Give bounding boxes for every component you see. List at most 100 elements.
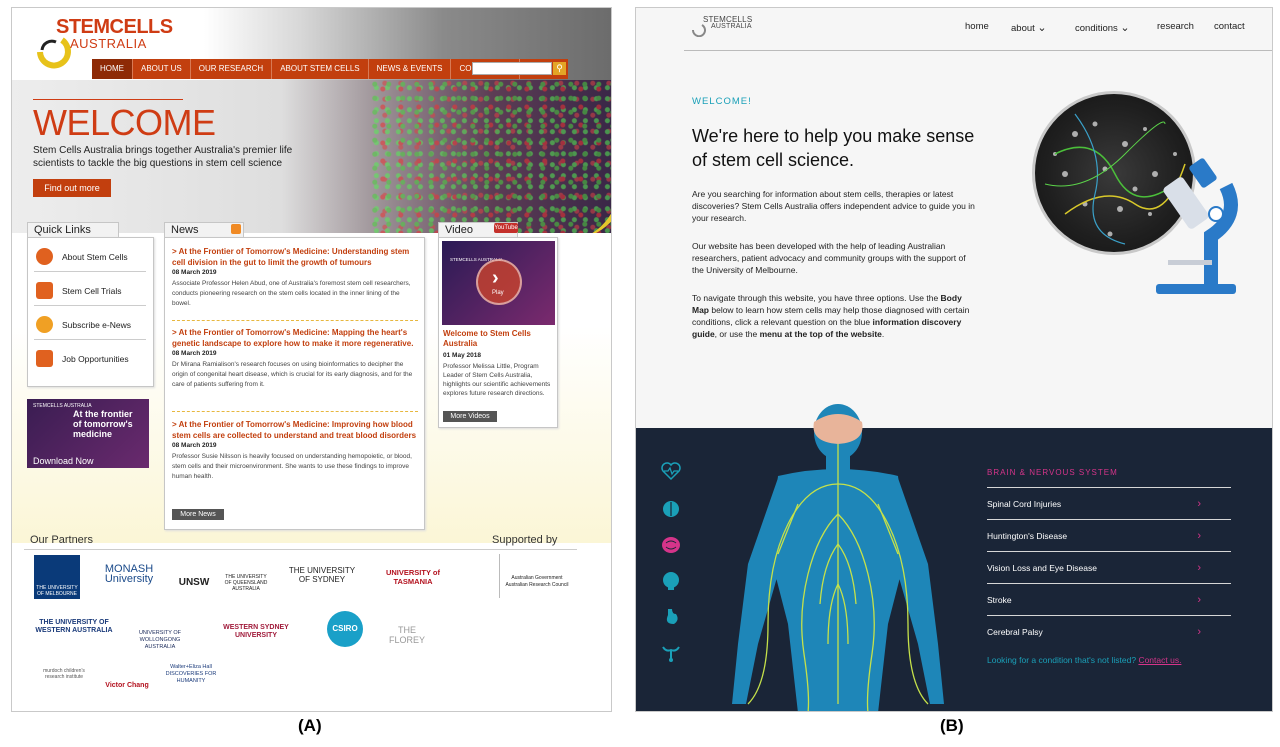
partner-logo-florey[interactable]: THE FLOREY (382, 625, 432, 645)
logo-swirl-icon (691, 24, 706, 37)
divider (33, 99, 183, 100)
partner-logo-tasmania[interactable]: UNIVERSITY of TASMANIA (374, 568, 452, 586)
menu-link[interactable]: menu at the top of the website (760, 329, 882, 339)
partner-logo-wehi[interactable]: Walter+Eliza Hall DISCOVERIES FOR HUMANI… (164, 664, 218, 685)
human-body-map[interactable] (728, 404, 948, 712)
chevron-down-icon: ⌄ (1037, 22, 1047, 34)
chevron-right-icon: › (1197, 562, 1201, 574)
video-item-title[interactable]: Welcome to Stem Cells Australia (443, 329, 551, 349)
video-thumbnail[interactable]: STEMCELLS AUSTRALIA › Play (442, 241, 555, 325)
nav-contact[interactable]: contact (1214, 21, 1245, 32)
video-date: 01 May 2018 (443, 352, 481, 359)
play-label: Play (492, 290, 504, 296)
chevron-right-icon: › (1197, 626, 1201, 638)
medical-kit-icon (36, 282, 53, 299)
partner-logo-wollongong[interactable]: UNIVERSITY OF WOLLONGONG AUSTRALIA (128, 630, 192, 651)
uterus-icon[interactable] (660, 642, 682, 664)
partner-logo-queensland[interactable]: THE UNIVERSITY OF QUEENSLAND AUSTRALIA (222, 574, 270, 592)
quick-link-about-stem-cells[interactable]: About Stem Cells (34, 242, 146, 272)
quick-link-subscribe-enews[interactable]: Subscribe e-News (34, 310, 146, 340)
lightbulb-icon (36, 316, 53, 333)
nav-research[interactable]: research (1157, 21, 1194, 32)
quick-links-title: Quick Links (27, 222, 119, 237)
nav-news-events[interactable]: NEWS & EVENTS (369, 59, 452, 79)
chevron-right-icon: › (1197, 498, 1201, 510)
divider (684, 50, 1272, 51)
partner-logo-melbourne[interactable]: THE UNIVERSITY OF MELBOURNE (34, 555, 80, 599)
chevron-right-icon: › (1197, 530, 1201, 542)
quick-link-job-opportunities[interactable]: Job Opportunities (34, 344, 146, 374)
nav-home[interactable]: home (965, 21, 989, 32)
hero-text: Stem Cells Australia brings together Aus… (33, 145, 293, 169)
rss-icon[interactable] (231, 224, 241, 234)
hero-title: WELCOME (33, 102, 216, 143)
promo-text: At the frontier of tomorrow's medicine (73, 409, 133, 439)
briefcase-icon (36, 350, 53, 367)
partner-logo-unsw[interactable]: UNSW (175, 577, 213, 588)
caption-b: (B) (940, 716, 964, 735)
partner-logo-victor-chang[interactable]: Victor Chang (105, 682, 149, 689)
more-videos-button[interactable]: More Videos (443, 411, 497, 422)
brain-icon[interactable] (660, 534, 682, 556)
logo-subtext: AUSTRALIA (70, 36, 147, 51)
partners-title: Our Partners (30, 534, 93, 546)
panel-a-old-website: STEMCELLS AUSTRALIA HOME ABOUT US OUR RE… (11, 7, 612, 712)
partner-logo-sydney[interactable]: THE UNIVERSITY OF SYDNEY (287, 566, 357, 584)
divider (172, 320, 418, 321)
nav-about-us[interactable]: ABOUT US (133, 59, 191, 79)
video-box: STEMCELLS AUSTRALIA › Play Welcome to St… (438, 237, 558, 428)
intro-paragraph: Are you searching for information about … (692, 189, 975, 223)
heart-icon[interactable] (660, 460, 682, 482)
divider (172, 411, 418, 412)
news-item[interactable]: > At the Frontier of Tomorrow's Medicine… (172, 419, 418, 482)
microscope-icon (1156, 158, 1238, 294)
partner-logo-murdoch[interactable]: murdoch children's research institute (36, 668, 92, 680)
partner-logo-western-sydney[interactable]: WESTERN SYDNEY UNIVERSITY (208, 624, 304, 640)
supported-by-title: Supported by (492, 534, 558, 546)
head-icon[interactable] (660, 570, 682, 592)
nav-our-research[interactable]: OUR RESEARCH (191, 59, 273, 79)
condition-link-cerebral-palsy[interactable]: Cerebral Palsy › (987, 615, 1231, 647)
download-now-link[interactable]: Download Now (33, 456, 94, 466)
lungs-icon[interactable] (660, 498, 682, 520)
youtube-icon[interactable]: YouTube (494, 223, 518, 233)
panel-b-new-website: STEMCELLS AUSTRALIA home about ⌄ conditi… (635, 7, 1273, 712)
caption-a: (A) (298, 716, 322, 735)
section-title: BRAIN & NERVOUS SYSTEM (987, 468, 1118, 477)
nav-about-stem-cells[interactable]: ABOUT STEM CELLS (272, 59, 369, 79)
chevron-right-icon: › (1197, 594, 1201, 606)
chevron-down-icon: ⌄ (1120, 22, 1130, 34)
partner-logo-uwa[interactable]: THE UNIVERSITY OF WESTERN AUSTRALIA (34, 619, 114, 635)
condition-link-spinal-cord[interactable]: Spinal Cord Injuries › (987, 487, 1231, 519)
contact-us-link[interactable]: Contact us. (1138, 655, 1181, 665)
find-out-more-button[interactable]: Find out more (33, 179, 111, 197)
divider (24, 549, 577, 550)
condition-link-stroke[interactable]: Stroke › (987, 583, 1231, 615)
news-item[interactable]: > At the Frontier of Tomorrow's Medicine… (172, 327, 418, 390)
quick-link-stem-cell-trials[interactable]: Stem Cell Trials (34, 276, 146, 306)
partner-logo-monash[interactable]: MONASH University (96, 564, 162, 585)
decorative-swoosh (568, 80, 611, 240)
stomach-icon[interactable] (660, 606, 682, 628)
support-logo-arc[interactable]: Australian Government Australian Researc… (502, 575, 572, 589)
search-input[interactable] (472, 62, 552, 75)
promo-banner[interactable]: STEMCELLS AUSTRALIA At the frontier of t… (27, 399, 149, 468)
cell-icon (36, 248, 53, 265)
news-item[interactable]: > At the Frontier of Tomorrow's Medicine… (172, 246, 418, 309)
play-button[interactable]: › Play (476, 259, 522, 305)
nav-home[interactable]: HOME (92, 59, 133, 79)
welcome-label: WELCOME! (692, 96, 752, 107)
condition-link-huntingtons[interactable]: Huntington's Disease › (987, 519, 1231, 551)
nav-about[interactable]: about ⌄ (1011, 21, 1047, 34)
partner-logo-csiro[interactable]: CSIRO (327, 611, 363, 647)
more-news-button[interactable]: More News (172, 509, 224, 520)
not-listed-text: Looking for a condition that's not liste… (987, 655, 1182, 665)
condition-link-vision-loss[interactable]: Vision Loss and Eye Disease › (987, 551, 1231, 583)
search-icon[interactable]: ⚲ (553, 62, 566, 75)
divider (499, 554, 500, 598)
nav-conditions[interactable]: conditions ⌄ (1075, 21, 1130, 34)
intro-paragraph: Our website has been developed with the … (692, 241, 966, 275)
video-description: Professor Melissa Little, Program Leader… (443, 363, 551, 397)
chevron-right-icon: › (492, 267, 499, 289)
page-headline: We're here to help you make sense of ste… (692, 126, 975, 170)
